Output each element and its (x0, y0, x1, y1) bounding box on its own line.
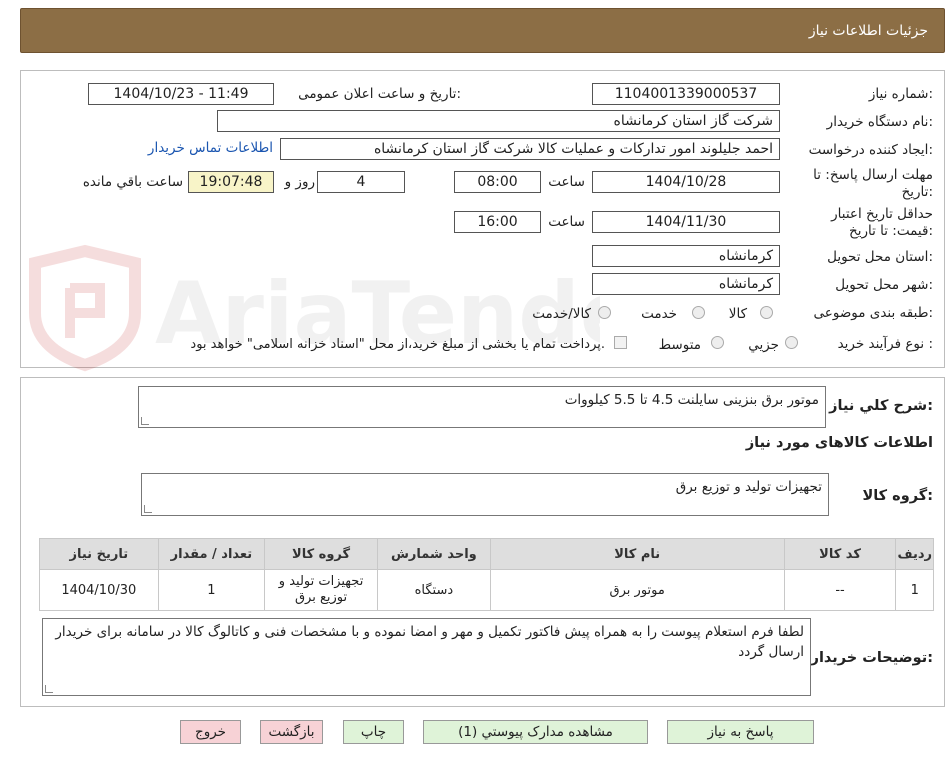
reply-deadline-label-line2: تاریخ: (901, 184, 933, 200)
category-option-goods: کالا (728, 306, 747, 322)
resize-grip-icon[interactable] (144, 505, 152, 513)
announce-datetime-label: تاریخ و ساعت اعلان عمومی: (298, 86, 461, 102)
cell-unit: دستگاه (376, 569, 491, 611)
page-header: جزئیات اطلاعات نیاز (20, 8, 945, 53)
goods-group-label: گروه کالا: (862, 488, 933, 504)
resize-grip-icon[interactable] (141, 417, 149, 425)
buyer-notes-label: توضیحات خریدار: (810, 650, 933, 666)
price-validity-date: 1404/11/30 (592, 211, 780, 233)
treasury-payment-note: پرداخت تمام یا بخشی از مبلغ خرید،از محل … (190, 337, 605, 352)
col-header-date: تاریخ نیاز (39, 538, 159, 570)
col-header-quantity: تعداد / مقدار (157, 538, 266, 570)
creator-label: ایجاد کننده درخواست: (808, 142, 933, 158)
price-validity-time-label: ساعت (548, 214, 585, 230)
summary-text: موتور برق بنزینی سایلنت 4.5 تا 5.5 کیلوو… (564, 392, 819, 408)
city-label: شهر محل تحویل: (835, 277, 933, 293)
buyer-notes-text: لطفا فرم استعلام پیوست را به همراه پیش ف… (55, 624, 804, 660)
exit-button[interactable]: خروج (180, 720, 241, 744)
summary-field: موتور برق بنزینی سایلنت 4.5 تا 5.5 کیلوو… (138, 386, 826, 428)
summary-label: شرح کلي نياز: (829, 398, 933, 414)
process-option-medium: متوسط (658, 337, 701, 353)
page-title: جزئیات اطلاعات نیاز (808, 23, 928, 39)
view-attachments-button[interactable]: مشاهده مدارک پیوستي (1) (423, 720, 648, 744)
reply-deadline-label-line1: مهلت ارسال پاسخ: تا (813, 167, 933, 183)
treasury-payment-checkbox[interactable] (614, 336, 627, 349)
price-validity-label-line2: قیمت: تا تاریخ: (848, 223, 933, 239)
need-number-field: 1104001339000537 (592, 83, 780, 105)
reply-deadline-time: 08:00 (454, 171, 541, 193)
cell-quantity: 1 (157, 569, 266, 611)
buyer-notes-field: لطفا فرم استعلام پیوست را به همراه پیش ف… (42, 618, 811, 696)
watermark-logo: AriaTender.neT (29, 244, 600, 372)
process-radio-minor[interactable] (785, 336, 798, 349)
category-option-service: خدمت (641, 306, 677, 322)
category-radio-goods[interactable] (760, 306, 773, 319)
buyer-org-label: نام دستگاه خریدار: (826, 114, 933, 130)
col-header-group: گروه کالا (264, 538, 378, 570)
cell-row-number: 1 (895, 569, 934, 611)
province-field: کرمانشاه (592, 245, 780, 267)
table-row: 1 -- موتور برق دستگاه تجهیزات تولید و تو… (39, 569, 934, 611)
col-header-row-number: ردیف (895, 538, 934, 570)
goods-section-title: اطلاعات کالاهای مورد نیاز (745, 435, 933, 451)
reply-deadline-time-label: ساعت (548, 174, 585, 190)
city-field: کرمانشاه (592, 273, 780, 295)
print-button[interactable]: چاپ (343, 720, 404, 744)
buyer-contact-link[interactable]: اطلاعات تماس خریدار (148, 140, 273, 156)
table-header-row: ردیف کد کالا نام کالا واحد شمارش گروه کا… (39, 538, 934, 570)
category-label: طبقه بندی موضوعی: (813, 305, 933, 321)
need-number-label: شماره نیاز: (868, 86, 933, 102)
category-radio-service[interactable] (692, 306, 705, 319)
remaining-time-label: ساعت باقي مانده (82, 174, 183, 190)
cell-code: -- (783, 569, 897, 611)
buyer-org-field: شرکت گاز استان کرمانشاه (217, 110, 780, 132)
announce-datetime-field: 1404/10/23 - 11:49 (88, 83, 274, 105)
province-label: استان محل تحویل: (827, 249, 933, 265)
col-header-unit: واحد شمارش (376, 538, 491, 570)
category-option-goods-service: کالا/خدمت (532, 306, 591, 322)
col-header-name: نام کالا (489, 538, 785, 570)
cell-date: 1404/10/30 (39, 569, 159, 611)
creator-field: احمد جلیلوند امور تدارکات و عملیات کالا … (280, 138, 780, 160)
process-option-minor: جزیي (748, 337, 779, 353)
reply-button[interactable]: پاسخ به نیاز (667, 720, 814, 744)
goods-group-text: تجهیزات تولید و توزیع برق (675, 479, 822, 495)
col-header-code: کد کالا (783, 538, 897, 570)
goods-group-field: تجهیزات تولید و توزیع برق (141, 473, 829, 516)
category-radio-goods-service[interactable] (598, 306, 611, 319)
reply-deadline-date: 1404/10/28 (592, 171, 780, 193)
goods-table: ردیف کد کالا نام کالا واحد شمارش گروه کا… (39, 538, 934, 611)
cell-name: موتور برق (489, 569, 785, 611)
remaining-days: 4 (317, 171, 405, 193)
price-validity-time: 16:00 (454, 211, 541, 233)
days-label: روز و (284, 174, 315, 190)
purchase-process-label: نوع فرآیند خرید : (837, 336, 933, 352)
price-validity-label-line1: حداقل تاریخ اعتبار (831, 206, 933, 222)
cell-group: تجهیزات تولید و توزیع برق (264, 569, 378, 611)
process-radio-medium[interactable] (711, 336, 724, 349)
resize-grip-icon[interactable] (45, 685, 53, 693)
remaining-time: 19:07:48 (188, 171, 274, 193)
back-button[interactable]: بازگشت (260, 720, 323, 744)
